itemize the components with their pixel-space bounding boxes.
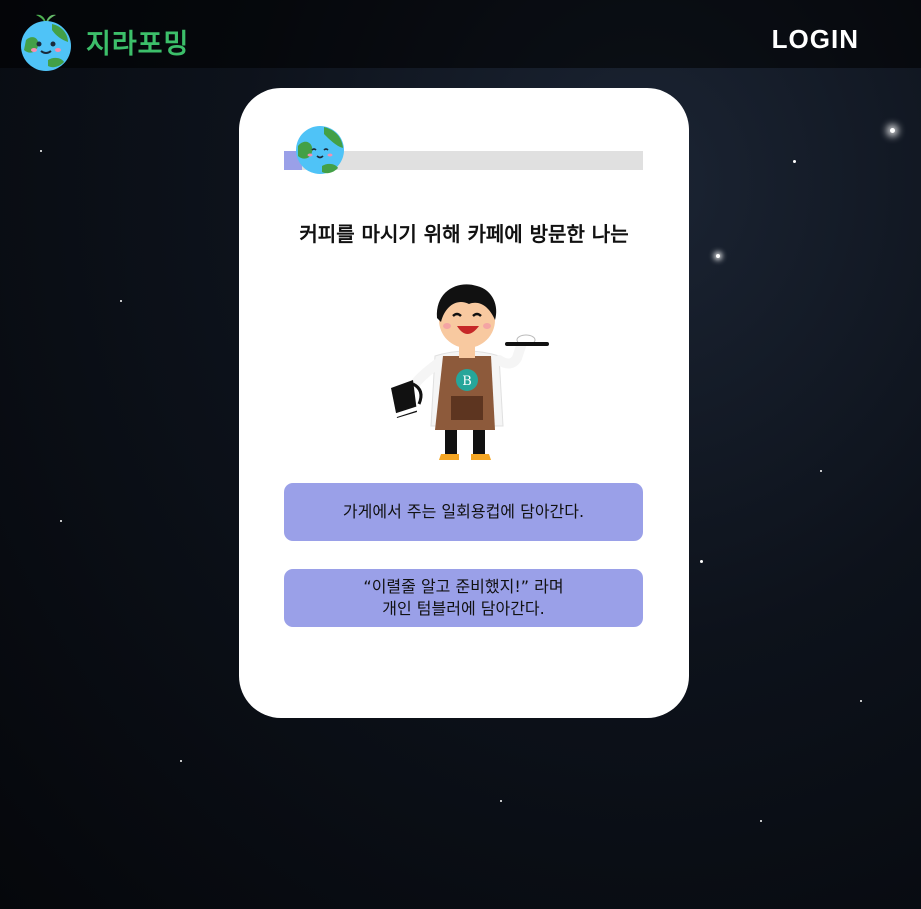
question-text: 커피를 마시기 위해 카페에 방문한 나는: [299, 222, 629, 246]
quiz-card: 커피를 마시기 위해 카페에 방문한 나는 B 가게에서 주는 일회용컵에 담아…: [239, 88, 689, 718]
earth-mascot-icon: [21, 14, 71, 71]
answer-text-line-2: 개인 텀블러에 담아간다.: [382, 599, 545, 618]
answer-text: 가게에서 주는 일회용컵에 담아간다.: [342, 502, 585, 522]
answer-button-tumbler[interactable]: “이렬줄 알고 준비했지!” 라며 개인 텀블러에 담아간다.: [284, 569, 643, 627]
logo-text: 지라포밍: [86, 28, 190, 60]
progress-earth-icon: [296, 126, 344, 174]
barista-illustration: B: [391, 284, 549, 460]
answer-button-disposable-cup[interactable]: 가게에서 주는 일회용컵에 담아간다.: [284, 483, 643, 541]
logo[interactable]: 지라포밍: [18, 10, 189, 72]
top-bar: 지라포밍 LOGIN: [0, 0, 921, 71]
login-button[interactable]: LOGIN: [772, 24, 859, 55]
answer-text-line-1: “이렬줄 알고 준비했지!” 라며: [363, 577, 564, 597]
svg-text:B: B: [462, 374, 472, 389]
